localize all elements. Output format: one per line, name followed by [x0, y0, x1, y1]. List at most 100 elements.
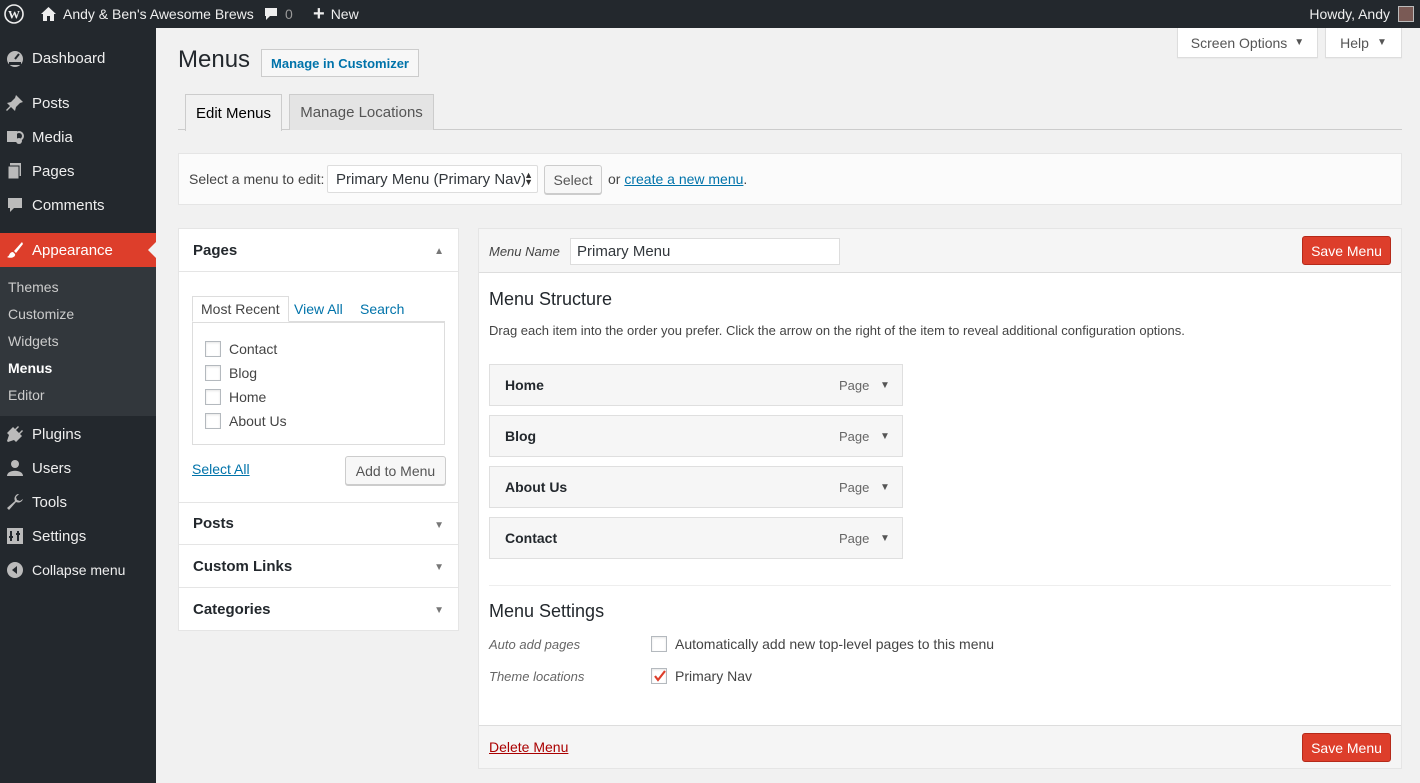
comment-bubble-icon: [263, 6, 279, 22]
svg-text:W: W: [8, 8, 20, 22]
add-to-menu-button[interactable]: Add to Menu: [345, 456, 446, 485]
new-content-link[interactable]: + New: [313, 0, 359, 28]
caret-down-icon: ▼: [434, 520, 444, 531]
primary-nav-label: Primary Nav: [675, 668, 753, 684]
menu-item-home[interactable]: Home Page ▼: [489, 364, 903, 406]
pages-checklist: Contact Blog Home About Us: [192, 322, 445, 445]
my-account-link[interactable]: Howdy, Andy: [1309, 0, 1414, 28]
sidebar-item-label: Comments: [32, 196, 105, 214]
menu-settings-title: Menu Settings: [489, 601, 605, 621]
manage-in-customizer-button[interactable]: Manage in Customizer: [261, 49, 419, 77]
list-item[interactable]: Blog: [205, 363, 257, 383]
menu-item-title: About Us: [505, 479, 568, 495]
accordion-section-posts[interactable]: Posts ▼: [179, 502, 458, 545]
checkbox[interactable]: [205, 389, 221, 405]
checkbox[interactable]: [205, 365, 221, 381]
caret-down-icon: ▼: [434, 562, 444, 573]
select-all-link[interactable]: Select All: [192, 461, 250, 477]
page-label: Blog: [229, 365, 258, 381]
select-arrows-icon: ▲ ▼: [524, 170, 533, 187]
site-name-link[interactable]: Andy & Ben's Awesome Brews: [40, 0, 254, 28]
submenu-item-editor[interactable]: Editor: [8, 385, 45, 405]
comments-link[interactable]: 0: [263, 0, 293, 28]
primary-nav-option[interactable]: Primary Nav: [651, 668, 752, 684]
submenu-item-menus[interactable]: Menus: [8, 358, 52, 378]
settings-divider: [489, 585, 1391, 586]
submenu-item-widgets[interactable]: Widgets: [8, 331, 59, 351]
checkbox[interactable]: [205, 413, 221, 429]
accordion-section-pages[interactable]: Pages ▲: [179, 229, 458, 272]
create-new-menu-link[interactable]: create a new menu: [624, 171, 743, 187]
checkmark-icon: [654, 670, 666, 682]
caret-down-icon[interactable]: ▼: [880, 482, 890, 493]
caret-down-icon[interactable]: ▼: [880, 533, 890, 544]
tab-view-all[interactable]: View All: [294, 296, 343, 322]
section-title: Pages: [193, 241, 238, 259]
screen-options-button[interactable]: Screen Options ▼: [1177, 28, 1318, 58]
menu-item-contact[interactable]: Contact Page ▼: [489, 517, 903, 559]
submenu-item-customize[interactable]: Customize: [8, 304, 74, 324]
period: .: [743, 171, 748, 187]
sidebar-item-posts[interactable]: Posts: [0, 86, 156, 120]
admin-bar: W Andy & Ben's Awesome Brews 0 + New How…: [0, 0, 1420, 28]
page-label: Home: [229, 389, 267, 405]
help-button[interactable]: Help ▼: [1325, 28, 1402, 58]
auto-add-pages-option[interactable]: Automatically add new top-level pages to…: [651, 636, 994, 652]
tab-most-recent[interactable]: Most Recent: [192, 296, 289, 322]
menu-select-value: Primary Menu (Primary Nav): [336, 170, 527, 188]
checkbox[interactable]: [205, 341, 221, 357]
sidebar-item-tools[interactable]: Tools: [0, 485, 156, 519]
menu-structure-title: Menu Structure: [489, 289, 613, 309]
sidebar-item-pages[interactable]: Pages: [0, 154, 156, 188]
wordpress-logo-icon[interactable]: W: [4, 0, 24, 28]
sidebar-item-settings[interactable]: Settings: [0, 519, 156, 553]
accordion-section-categories[interactable]: Categories ▼: [179, 588, 458, 631]
menu-name-label: Menu Name: [489, 244, 560, 259]
caret-up-icon: ▲: [434, 246, 444, 257]
list-item[interactable]: Contact: [205, 339, 277, 359]
menu-select-dropdown[interactable]: Primary Menu (Primary Nav) ▲ ▼: [327, 165, 538, 193]
select-menu-bar: Select a menu to edit: Primary Menu (Pri…: [178, 153, 1402, 205]
select-button[interactable]: Select: [544, 165, 602, 194]
select-menu-label: Select a menu to edit:: [189, 171, 325, 187]
menu-item-title: Home: [505, 377, 544, 393]
tab-manage-locations[interactable]: Manage Locations: [289, 94, 434, 130]
primary-nav-checkbox[interactable]: [651, 668, 667, 684]
menu-structure-description: Drag each item into the order you prefer…: [489, 323, 1185, 338]
appearance-submenu: Themes Customize Widgets Menus Editor: [0, 267, 156, 416]
plug-icon: [6, 425, 24, 443]
dashboard-icon: [6, 49, 24, 67]
sidebar-item-users[interactable]: Users: [0, 451, 156, 485]
menu-item-about-us[interactable]: About Us Page ▼: [489, 466, 903, 508]
save-menu-button[interactable]: Save Menu: [1302, 236, 1391, 265]
tab-search[interactable]: Search: [360, 296, 404, 322]
caret-down-icon: ▼: [434, 605, 444, 616]
caret-down-icon[interactable]: ▼: [880, 431, 890, 442]
delete-menu-link[interactable]: Delete Menu: [489, 739, 568, 755]
list-item[interactable]: About Us: [205, 411, 287, 431]
caret-down-icon[interactable]: ▼: [880, 380, 890, 391]
menu-name-input[interactable]: Primary Menu: [570, 238, 840, 265]
sidebar-item-label: Settings: [32, 527, 87, 545]
help-label: Help: [1340, 34, 1369, 51]
sidebar-item-plugins[interactable]: Plugins: [0, 417, 156, 451]
auto-add-checkbox[interactable]: [651, 636, 667, 652]
menu-item-type: Page: [839, 530, 870, 546]
save-menu-button[interactable]: Save Menu: [1302, 733, 1391, 762]
pages-icon: [6, 162, 24, 180]
submenu-item-themes[interactable]: Themes: [8, 277, 59, 297]
collapse-menu-button[interactable]: Collapse menu: [0, 553, 156, 587]
caret-down-icon: ▼: [1376, 37, 1387, 48]
page-label: Contact: [229, 341, 278, 357]
sidebar-item-appearance[interactable]: Appearance: [0, 233, 156, 267]
sidebar-item-label: Appearance: [32, 241, 113, 259]
tab-edit-menus[interactable]: Edit Menus: [185, 94, 282, 131]
menu-item-blog[interactable]: Blog Page ▼: [489, 415, 903, 457]
sidebar-item-comments[interactable]: Comments: [0, 188, 156, 222]
media-icon: [6, 128, 24, 146]
sidebar-item-dashboard[interactable]: Dashboard: [0, 41, 156, 75]
section-title: Custom Links: [193, 557, 293, 575]
sidebar-item-media[interactable]: Media: [0, 120, 156, 154]
list-item[interactable]: Home: [205, 387, 266, 407]
accordion-section-custom-links[interactable]: Custom Links ▼: [179, 545, 458, 588]
